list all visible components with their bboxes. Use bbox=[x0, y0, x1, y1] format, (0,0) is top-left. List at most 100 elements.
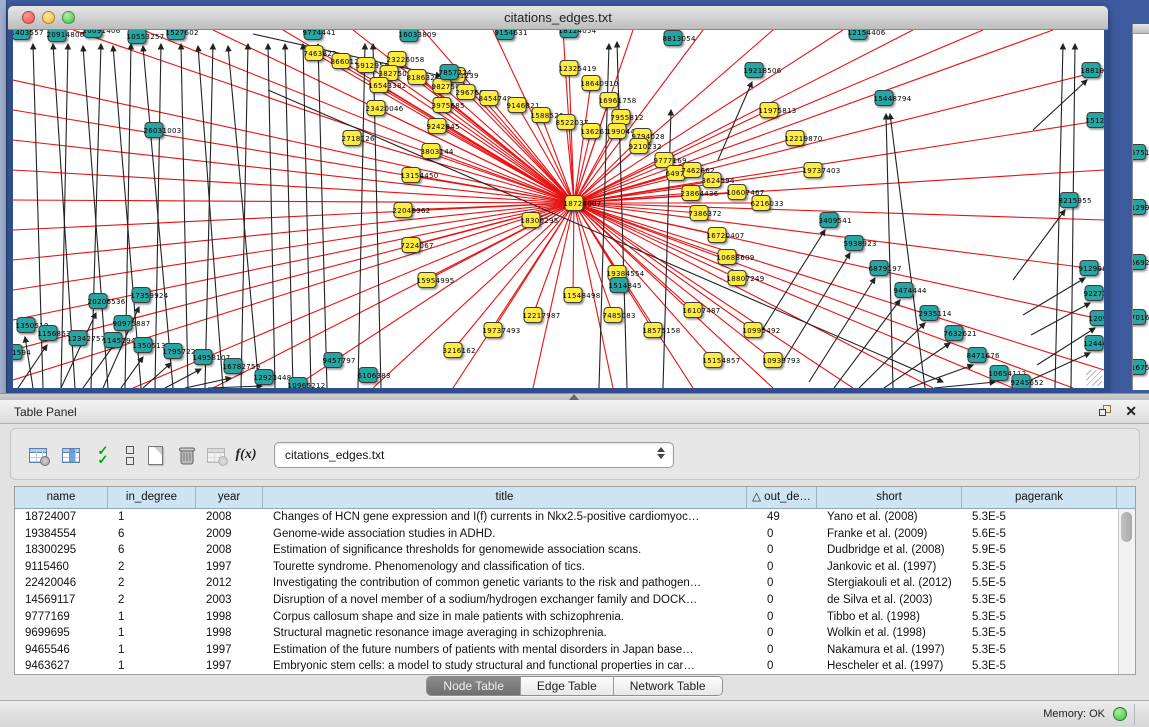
network-node[interactable]: 7463822 bbox=[305, 45, 324, 61]
column-header-short[interactable]: short bbox=[817, 487, 962, 508]
network-node[interactable]: 5912954 bbox=[357, 57, 376, 73]
network-node[interactable]: 18807249 bbox=[728, 270, 747, 286]
network-node[interactable]: 13154450 bbox=[402, 167, 421, 183]
network-node[interactable]: 23864436 bbox=[682, 185, 701, 201]
network-node[interactable]: 1156863 bbox=[39, 325, 58, 341]
network-node[interactable]: 7632621 bbox=[945, 325, 964, 341]
network-node[interactable]: 12154406 bbox=[849, 30, 868, 40]
tab-node-table[interactable]: Node Table bbox=[427, 677, 521, 695]
network-node[interactable]: 1244413 bbox=[1085, 335, 1104, 351]
network-node[interactable]: 7485083 bbox=[604, 307, 623, 323]
network-node[interactable]: 3216162 bbox=[444, 342, 463, 358]
network-node[interactable]: 12217987 bbox=[524, 307, 543, 323]
network-node[interactable]: 1514845 bbox=[610, 277, 629, 293]
network-node[interactable]: 9242845 bbox=[428, 118, 447, 134]
background-network-node[interactable]: 9129966 bbox=[1132, 199, 1146, 215]
network-node[interactable]: 18810474 bbox=[1082, 62, 1101, 78]
column-header-pagerank[interactable]: pagerank bbox=[962, 487, 1117, 508]
network-node[interactable]: 16033809 bbox=[400, 30, 419, 42]
network-node[interactable]: 391594 bbox=[13, 344, 23, 360]
network-node[interactable]: 8471676 bbox=[968, 347, 987, 363]
column-header-out_de[interactable]: △ out_de… bbox=[747, 487, 817, 508]
network-node[interactable]: 8454749 bbox=[480, 90, 499, 106]
network-node[interactable]: 10553257 bbox=[128, 30, 147, 44]
network-node[interactable]: 3409541 bbox=[820, 212, 839, 228]
scrollbar-thumb[interactable] bbox=[1121, 512, 1132, 542]
network-node[interactable]: 6106383 bbox=[359, 367, 378, 383]
network-node[interactable]: 18640910 bbox=[582, 75, 601, 91]
network-node[interactable]: 13505135 bbox=[134, 337, 153, 353]
network-node[interactable]: 8215955 bbox=[1060, 192, 1079, 208]
function-builder-button[interactable]: f(x) bbox=[233, 442, 259, 468]
table-row[interactable]: 969969511998Structural magnetic resonanc… bbox=[15, 625, 1135, 642]
network-node[interactable]: 1350510 bbox=[17, 317, 36, 333]
table-row[interactable]: 1938455462009Genome-wide association stu… bbox=[15, 526, 1135, 543]
table-row[interactable]: 1872400712008Changes of HCN gene express… bbox=[15, 509, 1135, 526]
network-hub-node[interactable]: 18724007 bbox=[565, 195, 584, 211]
network-node[interactable]: 9154631 bbox=[496, 30, 515, 40]
network-node[interactable]: 20206536 bbox=[89, 293, 108, 309]
network-node[interactable]: 9129966 bbox=[1080, 260, 1099, 276]
network-node[interactable]: 1403557 bbox=[13, 30, 31, 40]
network-node[interactable]: 15154857 bbox=[704, 352, 723, 368]
close-panel-icon[interactable]: ✕ bbox=[1125, 404, 1137, 418]
background-network-node[interactable]: 17016504 bbox=[1132, 309, 1146, 325]
table-scrollbar[interactable] bbox=[1118, 509, 1135, 674]
background-network-node[interactable]: 15751074 bbox=[1132, 144, 1146, 160]
network-node[interactable]: 10995492 bbox=[744, 322, 763, 338]
network-node[interactable]: 26031003 bbox=[145, 122, 164, 138]
network-node[interactable]: 9457797 bbox=[324, 352, 343, 368]
network-node[interactable]: 8186328 bbox=[408, 69, 427, 85]
network-node[interactable]: 1145194 bbox=[104, 332, 123, 348]
network-node[interactable]: 10607467 bbox=[728, 184, 747, 200]
column-header-year[interactable]: year bbox=[196, 487, 263, 508]
table-row[interactable]: 1456911722003Disruption of a novel membe… bbox=[15, 592, 1135, 609]
network-node[interactable]: 6216033 bbox=[752, 195, 771, 211]
table-row[interactable]: 946554611997Estimation of the future num… bbox=[15, 642, 1135, 659]
show-column-button[interactable] bbox=[58, 442, 84, 468]
network-node[interactable]: 10965212 bbox=[289, 377, 308, 388]
network-node[interactable]: 12342757 bbox=[69, 330, 88, 346]
network-node[interactable]: 16961758 bbox=[600, 92, 619, 108]
network-node[interactable]: 18575158 bbox=[644, 322, 663, 338]
network-node[interactable]: 3803144 bbox=[422, 143, 441, 159]
select-columns-button[interactable]: ✓✓ bbox=[89, 442, 115, 468]
table-row[interactable]: 2242004622012Investigating the contribut… bbox=[15, 575, 1135, 592]
network-node[interactable]: 3624594 bbox=[703, 172, 722, 188]
background-window[interactable]: 15751074912996615692971170165041167533 bbox=[1132, 24, 1149, 390]
table-selector-dropdown[interactable]: citations_edges.txt bbox=[274, 442, 674, 468]
network-node[interactable]: 12219870 bbox=[786, 130, 805, 146]
delete-table-button[interactable] bbox=[174, 442, 200, 468]
network-node[interactable]: 2935114 bbox=[920, 305, 939, 321]
background-network-node[interactable]: 1167533 bbox=[1132, 359, 1146, 375]
network-node[interactable]: 15448794 bbox=[875, 90, 894, 106]
network-node[interactable]: 16543382 bbox=[370, 77, 389, 93]
table-row[interactable]: 946362711997Embryonic stem cells: a mode… bbox=[15, 658, 1135, 675]
network-node[interactable]: 2967608 bbox=[457, 84, 476, 100]
network-node[interactable]: 6879197 bbox=[870, 260, 889, 276]
network-node[interactable]: 11975813 bbox=[760, 102, 779, 118]
network-node[interactable]: 15123459 bbox=[1087, 112, 1105, 128]
network-node[interactable]: 12325419 bbox=[560, 60, 579, 76]
network-node[interactable]: 16720407 bbox=[708, 227, 727, 243]
network-node[interactable]: 3975685 bbox=[433, 97, 452, 113]
column-header-title[interactable]: title bbox=[263, 487, 747, 508]
network-node[interactable]: 5938923 bbox=[845, 235, 864, 251]
network-node[interactable]: 8660128 bbox=[332, 53, 351, 69]
network-node[interactable]: 9827508 bbox=[433, 78, 452, 94]
network-node[interactable]: 19218506 bbox=[745, 62, 764, 78]
row-height-button[interactable] bbox=[117, 442, 143, 468]
network-node[interactable]: 8813054 bbox=[664, 30, 683, 46]
network-node[interactable]: 90975887 bbox=[114, 315, 133, 331]
network-node[interactable]: 7224067 bbox=[402, 237, 421, 253]
network-node[interactable]: 12093822 bbox=[1090, 310, 1105, 326]
column-header-name[interactable]: name bbox=[15, 487, 108, 508]
network-node[interactable]: 20091406 bbox=[84, 30, 103, 38]
network-node[interactable]: 18124054 bbox=[560, 30, 579, 38]
table-settings-button[interactable] bbox=[25, 442, 51, 468]
network-node[interactable]: 7462662 bbox=[683, 162, 702, 178]
network-node[interactable]: 9227343 bbox=[1085, 285, 1104, 301]
network-node[interactable]: 16782759 bbox=[224, 358, 243, 374]
network-node[interactable]: 9146821 bbox=[508, 97, 527, 113]
network-node[interactable]: 7857224 bbox=[440, 64, 459, 80]
